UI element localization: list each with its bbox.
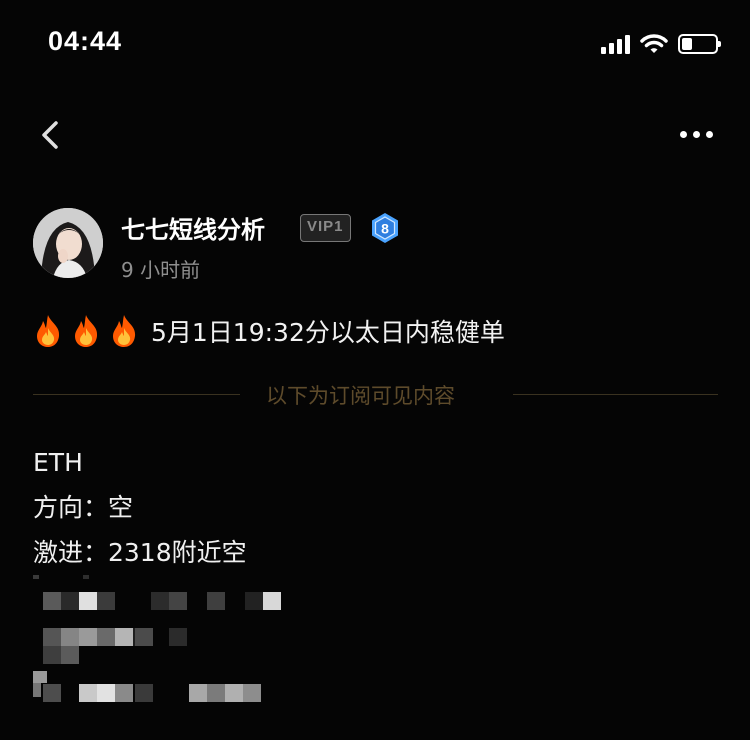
divider-line — [33, 394, 240, 395]
level-number: 8 — [381, 221, 389, 237]
level-badge: 8 — [369, 212, 401, 244]
subscription-divider: 以下为订阅可见内容 — [33, 380, 718, 410]
status-time: 04:44 — [48, 26, 123, 56]
divider-line — [513, 394, 718, 395]
post-content: ETH 方向：空 激进：2318附近空 — [33, 440, 247, 575]
headline-text: 5月1日19:32分以太日内稳健单 — [151, 318, 505, 347]
status-bar: 04:44 — [0, 0, 750, 90]
content-line: 方向：空 — [33, 493, 134, 522]
fire-icon — [37, 315, 60, 347]
content-line: 激进：2318附近空 — [33, 538, 247, 567]
battery-icon — [678, 34, 721, 54]
avatar[interactable] — [33, 208, 103, 278]
vip-badge: VIP1 — [300, 214, 351, 242]
chevron-left-icon — [42, 121, 58, 149]
level-shield-icon: 8 — [372, 213, 398, 243]
fire-icon — [113, 315, 136, 347]
wifi-icon — [640, 34, 668, 53]
author-name[interactable]: 七七短线分析 — [121, 210, 265, 245]
back-button[interactable] — [36, 115, 66, 155]
status-icons — [601, 33, 721, 55]
author-header: 七七短线分析 VIP1 8 9 小时前 — [33, 208, 723, 288]
fire-icon — [75, 315, 98, 347]
more-options-button[interactable] — [680, 119, 720, 149]
post-time: 9 小时前 — [121, 258, 201, 282]
cellular-signal-icon — [601, 34, 630, 54]
post-headline: 5月1日19:32分以太日内稳健单 — [33, 313, 505, 349]
subscription-divider-text: 以下为订阅可见内容 — [266, 384, 455, 408]
nav-bar — [0, 105, 750, 165]
more-dots-icon — [680, 130, 687, 138]
content-line: ETH — [33, 448, 83, 477]
redacted-content — [33, 575, 333, 715]
